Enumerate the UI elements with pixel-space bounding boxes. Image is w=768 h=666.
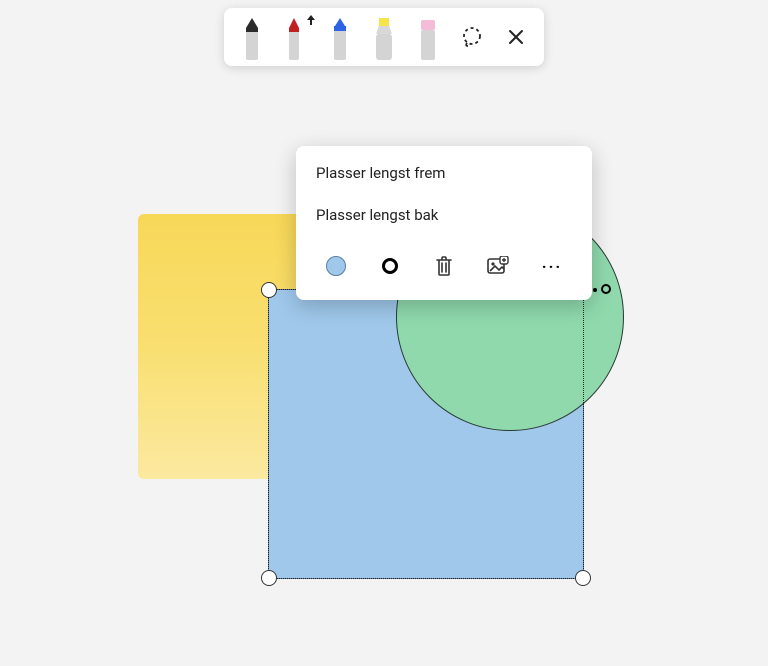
blue-marker-tool[interactable] (320, 14, 360, 60)
resize-handle-bottom-right[interactable] (575, 570, 591, 586)
menu-item-send-back[interactable]: Plasser lengst bak (296, 194, 592, 236)
close-button[interactable] (496, 17, 536, 57)
delete-button[interactable] (424, 246, 464, 286)
lasso-tool[interactable] (452, 17, 492, 57)
fill-color-button[interactable] (316, 246, 356, 286)
resize-handle-top-left[interactable] (261, 282, 277, 298)
arrow-up-icon (306, 14, 316, 26)
more-button[interactable]: ··· (532, 246, 572, 286)
highlighter-tool[interactable] (364, 14, 404, 60)
rotate-handle[interactable] (601, 284, 613, 296)
fill-swatch-icon (326, 256, 346, 276)
eraser-icon (415, 18, 441, 60)
eraser-tool[interactable] (408, 14, 448, 60)
image-icon (487, 256, 509, 276)
outline-swatch-icon (382, 258, 398, 274)
red-pen-tool[interactable] (276, 14, 316, 60)
resize-handle-bottom-left[interactable] (261, 570, 277, 586)
pen-toolbar (224, 8, 544, 66)
highlighter-icon (370, 18, 398, 60)
blue-marker-icon (327, 18, 353, 60)
lasso-icon (461, 26, 483, 48)
pencil-icon (239, 18, 265, 60)
canvas-area[interactable] (0, 0, 768, 666)
close-icon (507, 28, 525, 46)
context-tool-row: ··· (296, 236, 592, 300)
context-menu: Plasser lengst frem Plasser lengst bak ·… (296, 146, 592, 300)
more-icon: ··· (542, 257, 562, 276)
image-button[interactable] (478, 246, 518, 286)
outline-color-button[interactable] (370, 246, 410, 286)
pencil-tool[interactable] (232, 14, 272, 60)
trash-icon (434, 255, 454, 277)
menu-item-bring-front[interactable]: Plasser lengst frem (296, 152, 592, 194)
